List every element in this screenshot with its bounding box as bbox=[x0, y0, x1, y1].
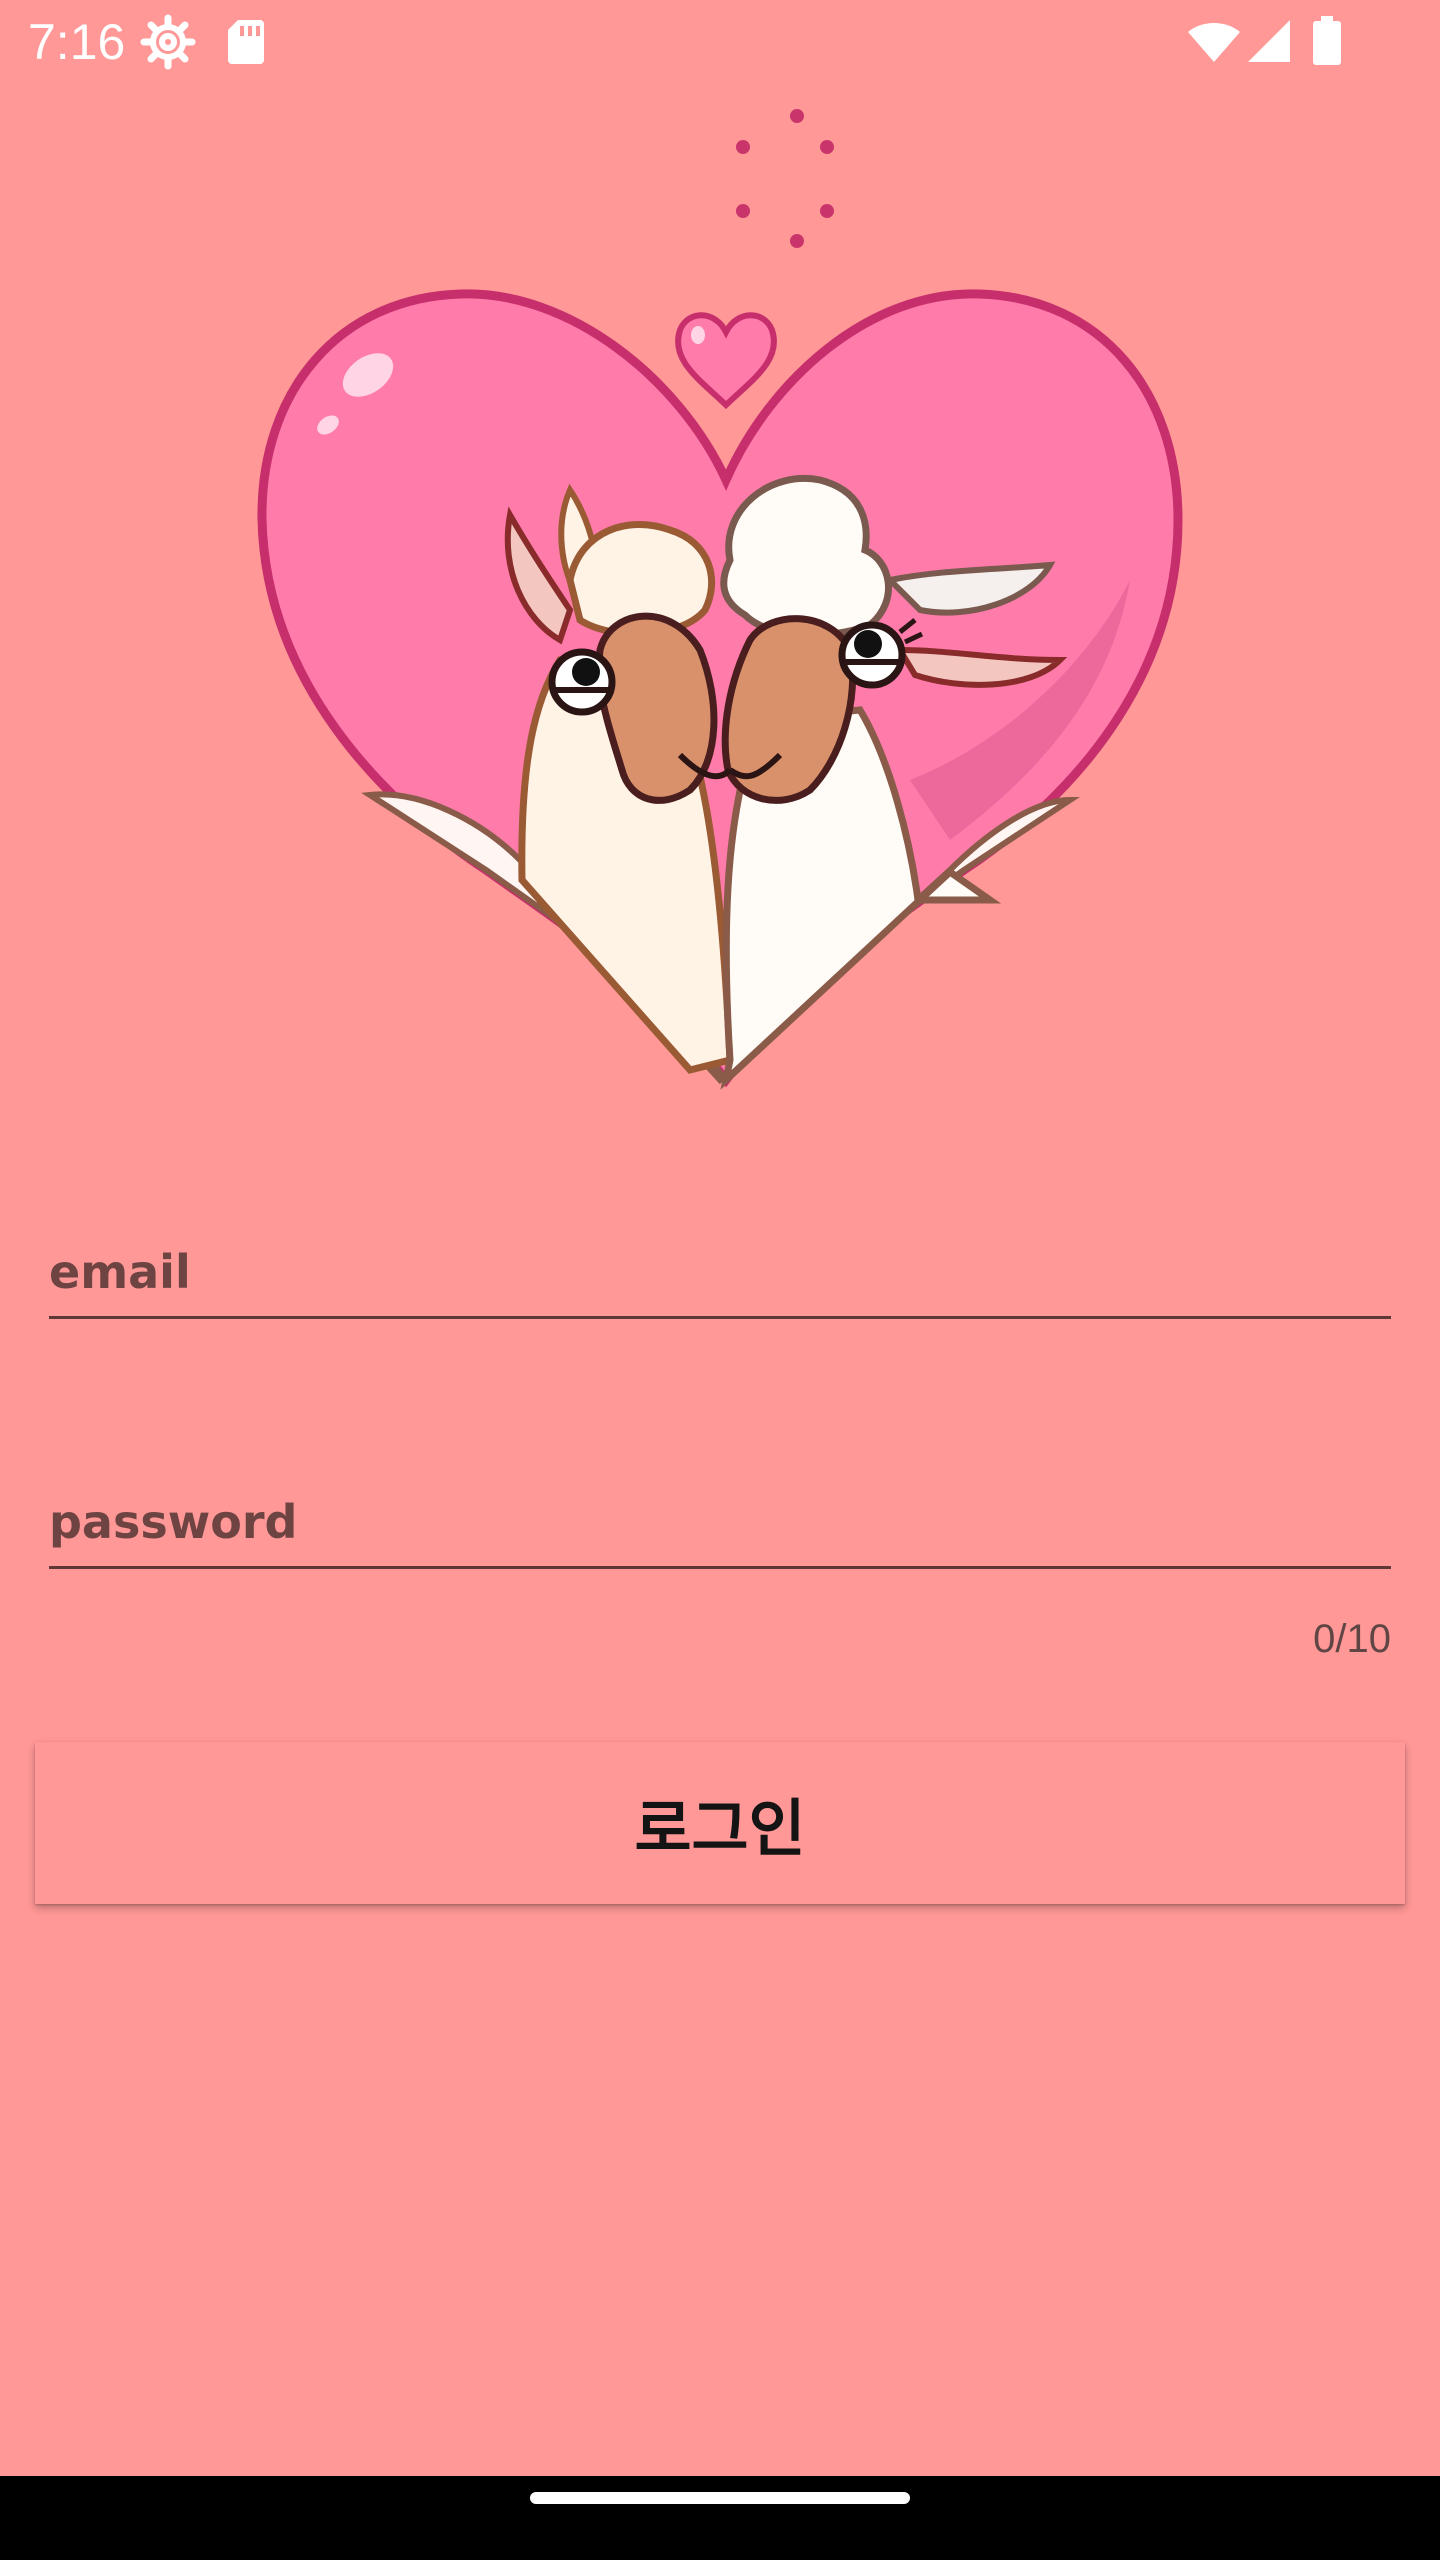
login-button-label: 로그인 bbox=[634, 1792, 806, 1865]
loading-spinner-icon bbox=[736, 109, 834, 248]
status-bar: 7:16 bbox=[0, 0, 1440, 84]
status-time: 7:16 bbox=[28, 14, 126, 70]
cell-signal-icon bbox=[1248, 20, 1290, 62]
settings-gear-icon bbox=[140, 14, 196, 70]
password-field[interactable] bbox=[49, 1490, 1391, 1554]
login-button[interactable]: 로그인 bbox=[35, 1742, 1405, 1904]
wifi-icon bbox=[1188, 23, 1240, 62]
sd-card-icon bbox=[228, 20, 264, 64]
home-gesture-handle[interactable] bbox=[530, 2492, 910, 2504]
password-character-counter: 0/10 bbox=[1313, 1617, 1391, 1661]
battery-icon bbox=[1313, 16, 1341, 65]
email-underline bbox=[49, 1316, 1391, 1319]
heart-couple-llama-illustration bbox=[257, 289, 1183, 1090]
navigation-bar bbox=[0, 2476, 1440, 2560]
password-underline bbox=[49, 1566, 1391, 1569]
email-field-container bbox=[49, 1240, 1391, 1319]
password-field-container bbox=[49, 1490, 1391, 1569]
email-field[interactable] bbox=[49, 1240, 1391, 1304]
